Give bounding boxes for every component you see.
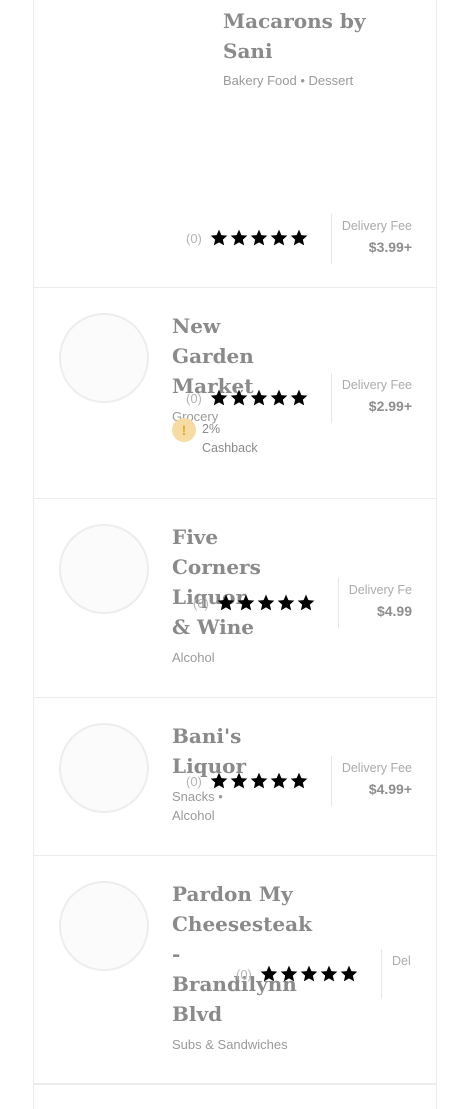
delivery-fee-label: Delivery Fee xyxy=(341,761,412,775)
star-icon xyxy=(289,228,309,248)
rating: (0) xyxy=(186,770,309,792)
store-card[interactable]: Pardon My Cheesesteak - Brandilynn Blvd … xyxy=(34,856,436,1084)
star-icon xyxy=(289,771,309,791)
delivery-fee-label: Delivery Fee xyxy=(341,219,412,233)
delivery-fee-value: $4.99+ xyxy=(368,781,412,797)
star-icon xyxy=(229,388,249,408)
star-icon xyxy=(216,593,236,613)
delivery-fee-value: $3.99+ xyxy=(368,239,412,255)
rating-count: (0) xyxy=(236,966,252,982)
store-card[interactable]: New Garden Market Grocery ! 2% Cashback … xyxy=(34,288,436,499)
store-list: Macarons by Sani Bakery Food • Dessert (… xyxy=(33,0,437,1109)
divider xyxy=(331,756,332,806)
rating: (0) xyxy=(193,592,316,614)
store-category: Bakery Food • Dessert xyxy=(223,73,354,88)
cashback-text: 2% Cashback xyxy=(202,422,258,455)
divider xyxy=(338,578,339,628)
star-icon xyxy=(276,593,296,613)
rating: (0) xyxy=(236,963,359,985)
store-name: Pardon My Cheesesteak - Brandilynn Blvd xyxy=(172,882,312,1026)
star-icon xyxy=(249,228,269,248)
star-icon xyxy=(279,964,299,984)
cashback-badge: ! 2% Cashback xyxy=(172,418,272,458)
store-card[interactable]: Bani's Liquor Snacks • Alcohol (0) Deliv… xyxy=(34,698,436,856)
rating: (0) xyxy=(186,227,309,249)
store-category: Snacks • Alcohol xyxy=(172,789,223,823)
star-icon xyxy=(319,964,339,984)
star-icon xyxy=(269,771,289,791)
star-icon xyxy=(229,228,249,248)
store-name: Five Corners Liquor & Wine xyxy=(172,525,261,639)
star-icon xyxy=(249,388,269,408)
store-logo xyxy=(59,881,149,971)
store-category: Alcohol xyxy=(172,650,215,665)
delivery-fee-value: $2.99+ xyxy=(368,398,412,414)
rating: (0) xyxy=(186,387,309,409)
store-card[interactable]: Macarons by Sani Bakery Food • Dessert (… xyxy=(34,0,436,288)
star-icon xyxy=(259,964,279,984)
delivery-fee-value: $4.99 xyxy=(376,603,412,619)
divider xyxy=(331,214,332,264)
star-icon xyxy=(236,593,256,613)
star-icon xyxy=(209,388,229,408)
delivery-fee-label: Delivery Fee xyxy=(341,378,412,392)
store-name: Macarons by Sani xyxy=(223,9,366,63)
store-logo xyxy=(59,723,149,813)
store-logo xyxy=(59,313,149,403)
cashback-coin-icon: ! xyxy=(172,418,196,442)
star-icon xyxy=(229,771,249,791)
store-logo xyxy=(59,524,149,614)
star-icon xyxy=(209,771,229,791)
star-icon xyxy=(269,388,289,408)
star-icon xyxy=(296,593,316,613)
rating-count: (0) xyxy=(186,390,202,406)
divider xyxy=(331,373,332,423)
rating-count: (0) xyxy=(186,773,202,789)
star-icon xyxy=(209,228,229,248)
star-icon xyxy=(299,964,319,984)
star-icon xyxy=(256,593,276,613)
star-icon xyxy=(269,228,289,248)
star-icon xyxy=(289,388,309,408)
rating-count: (0) xyxy=(186,230,202,246)
store-card[interactable] xyxy=(34,1084,436,1109)
delivery-fee-label: Del xyxy=(392,954,411,968)
rating-count: (0) xyxy=(193,595,209,611)
star-icon xyxy=(249,771,269,791)
star-icon xyxy=(339,964,359,984)
store-card[interactable]: Five Corners Liquor & Wine Alcohol (0) D… xyxy=(34,499,436,698)
delivery-fee-label: Delivery Fe xyxy=(348,583,412,597)
divider xyxy=(381,949,382,999)
store-category: Subs & Sandwiches xyxy=(172,1037,288,1052)
